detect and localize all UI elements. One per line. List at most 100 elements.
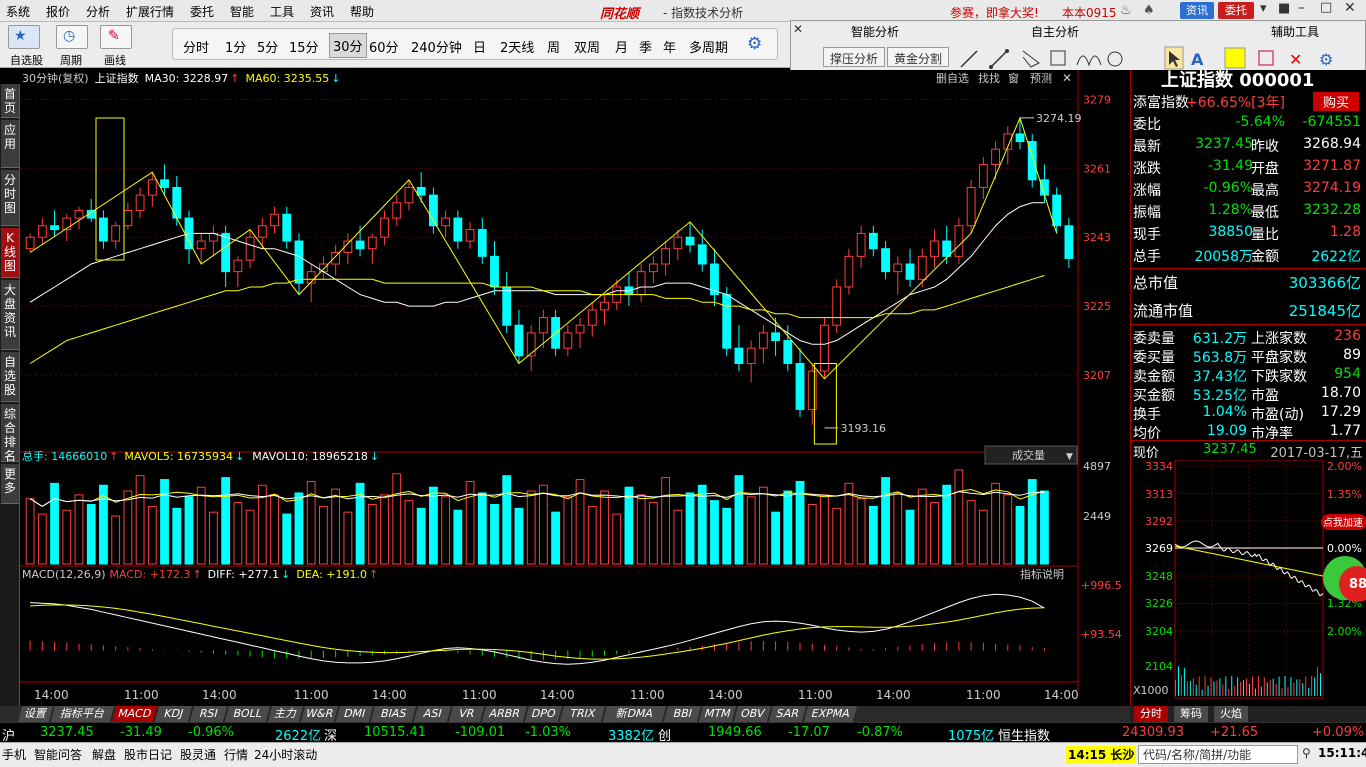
- left-tab-2[interactable]: 分时图: [1, 170, 19, 226]
- menu-quote[interactable]: 报价: [46, 3, 70, 20]
- info-button[interactable]: 资讯: [1180, 2, 1214, 19]
- left-tab-5[interactable]: 自选股: [1, 352, 19, 402]
- circle-tool-icon[interactable]: [1107, 51, 1123, 67]
- speed-badge-label[interactable]: 点我加速: [1323, 517, 1363, 529]
- status-24h[interactable]: 24小时滚动: [254, 746, 317, 763]
- search-input[interactable]: 代码/名称/简拼/功能: [1138, 745, 1298, 764]
- indicator-tab-9[interactable]: BIAS: [370, 706, 418, 722]
- menu-smart[interactable]: 智能: [230, 3, 254, 20]
- period-10[interactable]: 双周: [574, 37, 600, 56]
- indicator-tab-10[interactable]: ASI: [413, 706, 453, 722]
- golden-ratio-button[interactable]: 黄金分割: [887, 47, 950, 67]
- indicator-tab-2[interactable]: MACD: [111, 706, 159, 722]
- period-12[interactable]: 季: [639, 37, 652, 56]
- right-tab-0[interactable]: 分时: [1134, 706, 1168, 722]
- draw-button[interactable]: ✎: [100, 25, 132, 49]
- user-name[interactable]: 本本0915: [1062, 4, 1117, 21]
- status-qa[interactable]: 智能问答: [34, 746, 82, 763]
- search-icon[interactable]: ⚲: [1302, 746, 1311, 760]
- right-tab-2[interactable]: 火焰: [1214, 706, 1248, 722]
- chevron-down-icon[interactable]: ▼: [1066, 452, 1073, 462]
- indicator-tab-8[interactable]: DMI: [335, 706, 375, 722]
- status-diary[interactable]: 股市日记: [124, 746, 172, 763]
- status-mobile[interactable]: 手机: [2, 746, 26, 763]
- period-3[interactable]: 15分: [289, 37, 319, 56]
- skin-icon[interactable]: ■: [1278, 1, 1290, 16]
- left-tab-6[interactable]: 综合排名: [1, 404, 19, 463]
- status-market[interactable]: 行情: [224, 746, 248, 763]
- indicator-tab-18[interactable]: OBV: [733, 706, 773, 722]
- indicator-help[interactable]: 指标说明: [1020, 567, 1064, 581]
- dropdown-icon[interactable]: ▾: [1260, 1, 1267, 16]
- color-picker[interactable]: [1224, 47, 1246, 69]
- period-5[interactable]: 60分: [369, 37, 399, 56]
- bell-icon[interactable]: ♨: [1120, 3, 1132, 18]
- indicator-tab-19[interactable]: SAR: [768, 706, 808, 722]
- mini-intraday-chart[interactable]: 3334 3313 3292 3269 3248 3226 3204 2104 2.00% 1.3…: [1131, 460, 1366, 700]
- menu-system[interactable]: 系统: [6, 3, 30, 20]
- menu-analysis[interactable]: 分析: [86, 3, 110, 20]
- buy-button[interactable]: 购买: [1312, 92, 1359, 111]
- chart-btn-3[interactable]: 预测: [1030, 72, 1052, 85]
- period-2[interactable]: 5分: [257, 37, 278, 56]
- trade-button[interactable]: 委托: [1218, 2, 1254, 19]
- watchlist-button[interactable]: ★: [8, 25, 40, 49]
- indicator-tab-1[interactable]: 指标平台: [50, 706, 116, 722]
- menu-tools[interactable]: 工具: [270, 3, 294, 20]
- save-drawing-icon[interactable]: [1258, 50, 1274, 66]
- indicator-tab-7[interactable]: W&R: [300, 706, 340, 722]
- chart-btn-2[interactable]: 窗: [1008, 71, 1019, 85]
- support-resist-button[interactable]: 撑压分析: [823, 47, 886, 67]
- minimize-icon[interactable]: –: [1298, 0, 1305, 16]
- indicator-tab-4[interactable]: RSI: [189, 706, 229, 722]
- left-tab-4[interactable]: 大盘资讯: [1, 280, 19, 350]
- kline-chart[interactable]: 3279 3261 3243 3225 3207 3274.19 3193.16 30分钟(复…: [20, 70, 1130, 706]
- menu-extended[interactable]: 扩展行情: [126, 3, 174, 20]
- channel-tool-icon[interactable]: [1022, 50, 1040, 68]
- left-tab-3[interactable]: K线图: [1, 228, 19, 278]
- indicator-tab-6[interactable]: 主力: [267, 706, 305, 722]
- wave-tool-icon[interactable]: [1076, 55, 1102, 67]
- segment-tool-icon[interactable]: [990, 50, 1008, 68]
- indicator-tab-15[interactable]: 新DMA: [602, 706, 668, 722]
- status-alert[interactable]: 14:15 长沙: [1066, 746, 1137, 763]
- left-tab-7[interactable]: 更多: [1, 464, 19, 504]
- close-icon[interactable]: ✕: [1344, 0, 1356, 16]
- left-tab-0[interactable]: 首页: [1, 84, 19, 118]
- indicator-tab-5[interactable]: BOLL: [224, 706, 272, 722]
- period-8[interactable]: 2天线: [500, 37, 534, 56]
- indicator-tab-17[interactable]: MTM: [698, 706, 738, 722]
- fib-tool-icon[interactable]: [1050, 50, 1066, 66]
- indicator-tab-11[interactable]: VR: [448, 706, 486, 722]
- maximize-icon[interactable]: □: [1320, 0, 1332, 15]
- line-tool-icon[interactable]: [960, 50, 978, 68]
- cycle-button[interactable]: ◷: [56, 25, 88, 49]
- indicator-tab-20[interactable]: EXPMA: [803, 706, 859, 722]
- left-tab-1[interactable]: 应用: [1, 120, 19, 168]
- period-13[interactable]: 年: [663, 37, 676, 56]
- period-9[interactable]: 周: [547, 37, 560, 56]
- status-lingtong[interactable]: 股灵通: [180, 746, 216, 763]
- menu-help[interactable]: 帮助: [350, 3, 374, 20]
- period-14[interactable]: 多周期: [689, 37, 728, 56]
- indicator-tab-0[interactable]: 设置: [17, 706, 55, 722]
- chart-btn-1[interactable]: 找找: [978, 71, 1000, 85]
- period-4[interactable]: 30分: [329, 33, 367, 58]
- settings-icon[interactable]: ⚙: [1319, 50, 1333, 69]
- menu-trade[interactable]: 委托: [190, 3, 214, 20]
- chart-btn-0[interactable]: 删自选: [936, 72, 969, 85]
- period-6[interactable]: 240分钟: [411, 37, 462, 56]
- gear-icon[interactable]: ⚙: [747, 34, 762, 54]
- indicator-tab-3[interactable]: KDJ: [154, 706, 194, 722]
- indicator-tab-13[interactable]: DPO: [524, 706, 564, 722]
- indicator-tab-14[interactable]: TRIX: [559, 706, 607, 722]
- period-0[interactable]: 分时: [183, 37, 209, 56]
- promo-link[interactable]: 参赛，即拿大奖!: [950, 4, 1039, 21]
- right-tab-1[interactable]: 筹码: [1174, 706, 1208, 722]
- chart-close-icon[interactable]: ✕: [1062, 71, 1072, 85]
- status-review[interactable]: 解盘: [92, 746, 116, 763]
- shirt-icon[interactable]: ♠: [1143, 3, 1155, 18]
- period-11[interactable]: 月: [615, 37, 628, 56]
- period-7[interactable]: 日: [473, 37, 486, 56]
- indicator-tab-16[interactable]: BBI: [663, 706, 703, 722]
